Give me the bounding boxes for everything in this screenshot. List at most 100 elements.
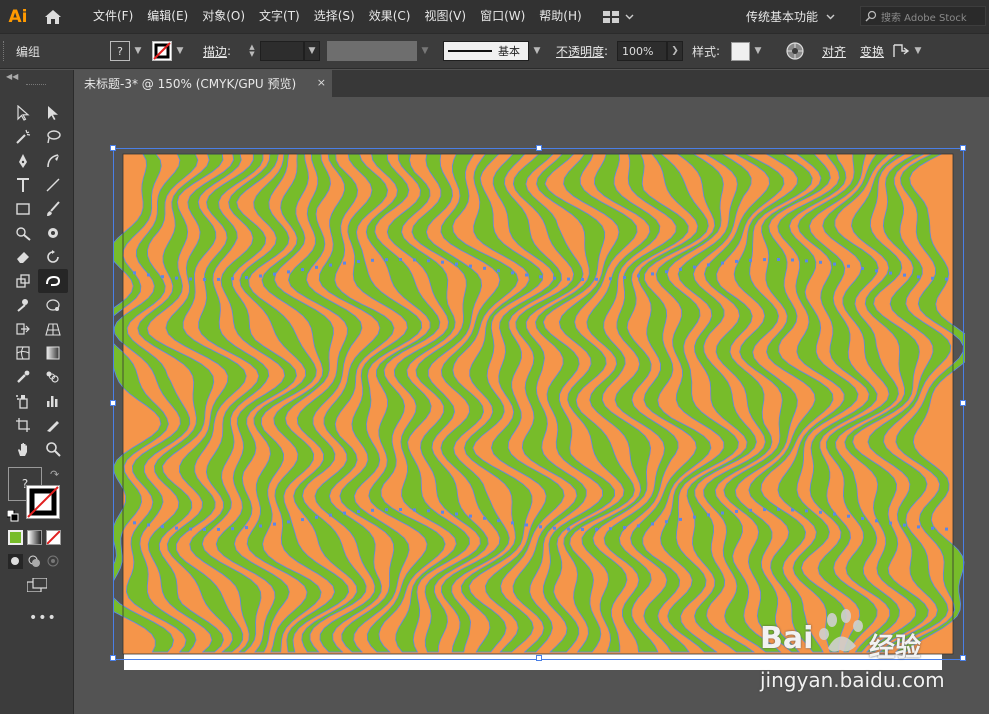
stroke-weight-input[interactable] bbox=[260, 41, 304, 61]
stroke-swatch[interactable] bbox=[152, 41, 172, 61]
type-tool-icon[interactable] bbox=[8, 173, 38, 197]
gradient-tool-icon[interactable] bbox=[38, 341, 68, 365]
puppet-warp-tool-icon[interactable] bbox=[8, 293, 38, 317]
close-icon[interactable]: × bbox=[317, 76, 326, 89]
artboard-tool-icon[interactable] bbox=[8, 413, 38, 437]
stroke-weight-control[interactable]: ▲ ▼ ▼ bbox=[244, 34, 320, 68]
panel-grip[interactable] bbox=[26, 84, 46, 85]
hand-tool-icon[interactable] bbox=[8, 437, 38, 461]
align-link[interactable]: 对齐 bbox=[822, 34, 846, 68]
menu-select[interactable]: 选择(S) bbox=[307, 0, 362, 33]
lasso-tool-icon[interactable] bbox=[38, 125, 68, 149]
search-icon bbox=[865, 10, 877, 22]
chevron-down-icon[interactable]: ▼ bbox=[417, 41, 433, 61]
default-fill-stroke-icon[interactable] bbox=[6, 509, 19, 525]
direct-selection-tool-icon[interactable] bbox=[38, 101, 68, 125]
arrange-documents-button[interactable] bbox=[602, 0, 634, 33]
watermark-brand-cn: 经验 bbox=[869, 633, 922, 663]
chevron-down-icon[interactable]: ▼ bbox=[172, 41, 188, 61]
shaper-tool-icon[interactable] bbox=[8, 221, 38, 245]
symbol-sprayer-tool-icon[interactable] bbox=[8, 389, 38, 413]
brush-definition-control[interactable]: 基本 ▼ bbox=[443, 34, 545, 68]
color-button[interactable] bbox=[8, 530, 23, 545]
chevron-down-icon[interactable]: ▼ bbox=[130, 41, 146, 61]
stock-search-input[interactable]: 搜索 Adobe Stock bbox=[860, 6, 986, 26]
edit-toolbar-icon[interactable]: ••• bbox=[29, 610, 57, 626]
menu-window[interactable]: 窗口(W) bbox=[473, 0, 532, 33]
stepper-icon[interactable]: ▲ ▼ bbox=[244, 41, 260, 61]
zoom-tool-icon[interactable] bbox=[38, 437, 68, 461]
graphic-style-control[interactable]: ▼ bbox=[731, 34, 766, 68]
shape-builder-tool-icon[interactable] bbox=[8, 317, 38, 341]
fill-swatch[interactable]: ? bbox=[110, 41, 130, 61]
warp-tool-icon[interactable] bbox=[38, 269, 68, 293]
eraser-tool-icon[interactable] bbox=[8, 245, 38, 269]
anchor-point bbox=[203, 528, 206, 531]
draw-behind-icon[interactable] bbox=[27, 554, 42, 569]
mesh-tool-icon[interactable] bbox=[8, 341, 38, 365]
chevron-down-icon[interactable]: ▼ bbox=[304, 41, 320, 61]
document-tab[interactable]: 未标题-3* @ 150% (CMYK/GPU 预览) × bbox=[74, 70, 332, 97]
fill-control[interactable]: ? ▼ bbox=[110, 34, 146, 68]
draw-normal-icon[interactable] bbox=[8, 554, 23, 569]
brush-definition-field[interactable]: 基本 bbox=[443, 41, 529, 61]
transform-link[interactable]: 变换 bbox=[860, 34, 884, 68]
line-segment-tool-icon[interactable] bbox=[38, 173, 68, 197]
menu-object[interactable]: 对象(O) bbox=[195, 0, 252, 33]
slice-tool-icon[interactable] bbox=[38, 413, 68, 437]
rotate-tool-icon[interactable] bbox=[38, 245, 68, 269]
stroke-color-box[interactable] bbox=[26, 485, 60, 519]
anchor-point bbox=[525, 523, 528, 527]
stroke-weight-label[interactable]: 描边: bbox=[203, 34, 231, 68]
isolate-group-control[interactable]: ▼ bbox=[892, 34, 926, 68]
screen-mode-icon[interactable] bbox=[26, 577, 48, 595]
menu-file[interactable]: 文件(F) bbox=[86, 0, 140, 33]
blend-tool-icon[interactable] bbox=[38, 365, 68, 389]
liquid-pattern-artwork[interactable] bbox=[113, 148, 965, 661]
perspective-grid-tool-icon[interactable] bbox=[38, 317, 68, 341]
selection-tool-icon[interactable] bbox=[8, 101, 38, 125]
recolor-artwork-button[interactable] bbox=[786, 34, 804, 68]
anchor-point bbox=[917, 275, 920, 279]
variable-width-profile[interactable]: ▼ bbox=[327, 34, 433, 68]
paintbrush-tool-icon[interactable] bbox=[38, 197, 68, 221]
free-transform-tool-icon[interactable] bbox=[38, 293, 68, 317]
chevron-right-icon[interactable]: ❯ bbox=[667, 41, 683, 61]
workspace-switcher[interactable]: 传统基本功能 bbox=[746, 0, 835, 33]
opacity-control[interactable]: 100% ❯ bbox=[617, 34, 683, 68]
menu-effect[interactable]: 效果(C) bbox=[362, 0, 418, 33]
pen-tool-icon[interactable] bbox=[8, 149, 38, 173]
home-icon[interactable] bbox=[36, 0, 70, 33]
gradient-button[interactable] bbox=[27, 530, 42, 545]
menu-type[interactable]: 文字(T) bbox=[252, 0, 307, 33]
swap-fill-stroke-icon[interactable]: ↷ bbox=[50, 468, 59, 481]
panel-grip[interactable] bbox=[3, 41, 9, 61]
anchor-point bbox=[721, 511, 724, 515]
stroke-control[interactable]: ▼ bbox=[152, 34, 188, 68]
anchor-point bbox=[273, 522, 276, 526]
eyedropper-tool-icon[interactable] bbox=[8, 365, 38, 389]
curvature-tool-icon[interactable] bbox=[38, 149, 68, 173]
menu-help[interactable]: 帮助(H) bbox=[532, 0, 588, 33]
magic-wand-tool-icon[interactable] bbox=[8, 125, 38, 149]
anchor-point bbox=[343, 511, 346, 515]
opacity-input[interactable]: 100% bbox=[617, 41, 667, 61]
collapse-toolbar-icon[interactable]: ◀◀ bbox=[0, 70, 73, 82]
chevron-down-icon[interactable]: ▼ bbox=[910, 41, 926, 61]
chevron-down-icon[interactable]: ▼ bbox=[529, 41, 545, 61]
anchor-point bbox=[651, 272, 654, 276]
rectangle-tool-icon[interactable] bbox=[8, 197, 38, 221]
anchor-point bbox=[763, 508, 766, 512]
graphic-style-swatch[interactable] bbox=[731, 41, 750, 61]
anchor-point bbox=[259, 274, 262, 278]
blob-brush-tool-icon[interactable] bbox=[38, 221, 68, 245]
draw-inside-icon[interactable] bbox=[46, 554, 61, 569]
scale-tool-icon[interactable] bbox=[8, 269, 38, 293]
opacity-label[interactable]: 不透明度: bbox=[556, 34, 608, 68]
column-graph-tool-icon[interactable] bbox=[38, 389, 68, 413]
chevron-down-icon[interactable]: ▼ bbox=[750, 41, 766, 61]
variable-width-field[interactable] bbox=[327, 41, 417, 61]
menu-edit[interactable]: 编辑(E) bbox=[140, 0, 195, 33]
menu-view[interactable]: 视图(V) bbox=[417, 0, 473, 33]
none-button[interactable] bbox=[46, 530, 61, 545]
